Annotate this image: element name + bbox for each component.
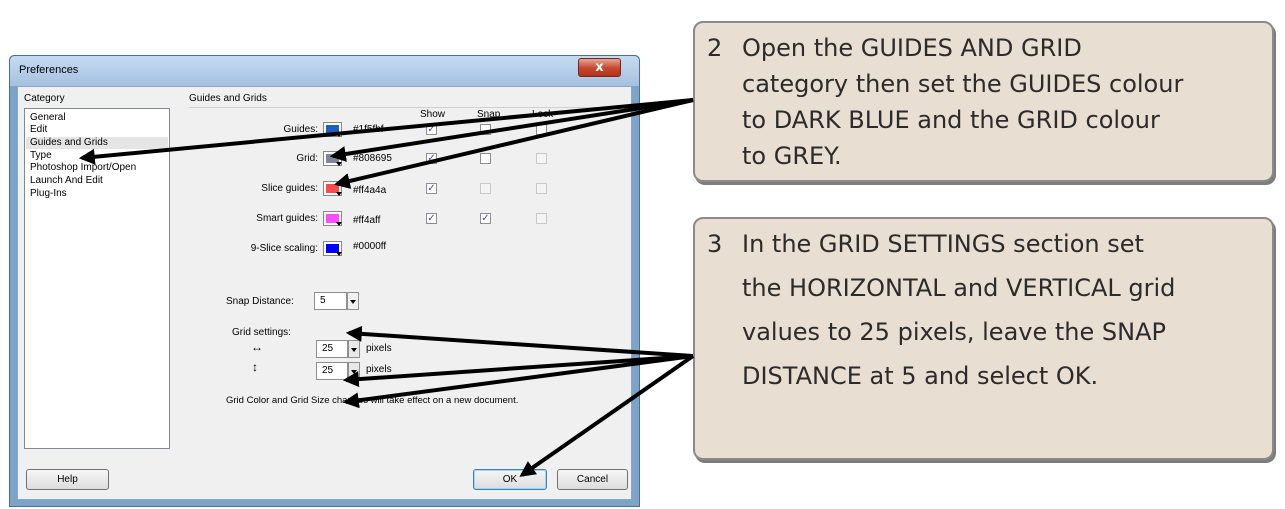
annotation-arrows (78, 98, 695, 477)
arrow-to-grid-vertical (342, 354, 694, 409)
arrow-to-snap-distance (345, 325, 694, 358)
arrow-to-grid-color (333, 98, 694, 189)
arrow-to-grid-horizontal (342, 354, 694, 388)
